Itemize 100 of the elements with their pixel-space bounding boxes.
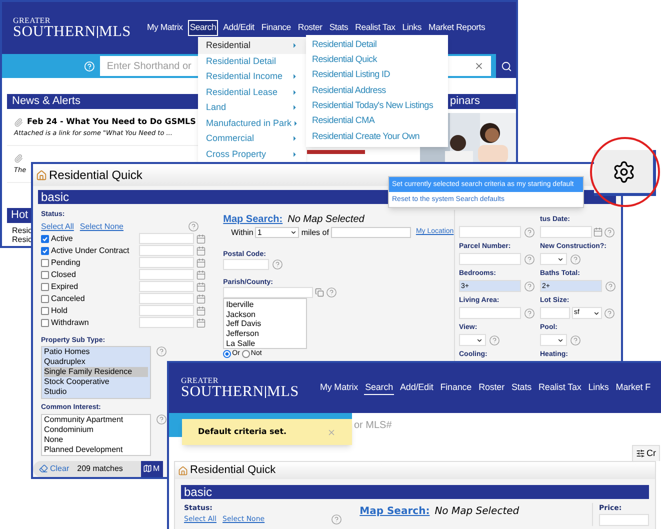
copy-icon[interactable] [315, 288, 324, 297]
settings-button[interactable] [594, 150, 656, 196]
help-icon[interactable] [524, 254, 535, 264]
nav-link[interactable]: Realist Tax [353, 20, 398, 36]
nav-link[interactable]: Finance [439, 380, 473, 396]
nav-link[interactable]: Search [364, 380, 394, 396]
text-field[interactable] [540, 307, 570, 319]
listing-link[interactable]: Resic [12, 226, 32, 234]
nav-link[interactable]: Add/Edit [399, 380, 434, 396]
calendar-icon[interactable] [196, 258, 206, 268]
nav-link[interactable]: Stats [510, 380, 533, 396]
nav-link[interactable]: Market Reports [426, 20, 488, 36]
checkbox[interactable] [41, 270, 49, 278]
calendar-icon[interactable] [196, 270, 206, 280]
nav-link[interactable]: My Matrix [318, 380, 360, 396]
help-icon[interactable] [326, 287, 338, 298]
menu-item[interactable]: Residential Create Your Own [306, 128, 448, 144]
list-option[interactable]: Community Apartment [44, 414, 148, 424]
date-field[interactable] [139, 257, 194, 268]
location-field[interactable] [330, 227, 411, 238]
select-field[interactable] [540, 334, 567, 346]
nav-link[interactable]: Finance [259, 20, 293, 36]
nav-link[interactable]: Search [188, 20, 218, 36]
calendar-icon[interactable] [196, 246, 206, 256]
calendar-icon[interactable] [196, 234, 206, 244]
help-icon[interactable] [524, 280, 535, 292]
map-search-link[interactable]: Map Search: [223, 214, 283, 226]
menu-item[interactable]: Residential Listing ID [306, 68, 448, 83]
nav-link[interactable]: Market F [614, 380, 652, 396]
menu-item[interactable]: Residential [198, 38, 306, 54]
nav-link[interactable]: My Matrix [144, 20, 185, 36]
date-field[interactable] [540, 226, 592, 238]
checkbox[interactable] [41, 294, 49, 302]
checkbox[interactable] [41, 234, 49, 242]
distance-select[interactable]: 1 [255, 227, 300, 238]
help-icon[interactable] [524, 308, 535, 318]
checkbox[interactable] [41, 246, 49, 254]
nav-link[interactable]: Roster [296, 20, 324, 36]
list-option[interactable]: None [44, 434, 148, 444]
menu-item[interactable]: Residential Detail [306, 37, 448, 52]
nav-link[interactable]: Add/Edit [221, 20, 256, 36]
checkbox[interactable] [41, 306, 49, 314]
help-icon[interactable] [156, 346, 167, 357]
help-icon[interactable] [489, 334, 500, 346]
calendar-icon[interactable] [196, 318, 206, 328]
list-box[interactable]: Iberville Jackson Jeff Davis Jefferson La Salle [223, 298, 308, 349]
select-field[interactable] [459, 334, 486, 346]
menu-item[interactable]: Residential Quick [306, 52, 448, 68]
text-field[interactable] [459, 307, 521, 319]
menu-item[interactable]: Cross Property [198, 146, 306, 162]
map-search-link[interactable]: Map Search: [360, 504, 430, 519]
calendar-icon[interactable] [196, 294, 206, 304]
clear-button[interactable]: Clear [39, 462, 70, 474]
date-field[interactable] [139, 233, 194, 244]
criteria-button[interactable]: Cr [632, 445, 660, 461]
list-option[interactable]: Planned Development [44, 444, 148, 454]
help-icon[interactable] [604, 308, 615, 318]
list-box[interactable]: Community Apartment Condominium None Planned Development [41, 414, 151, 456]
help-icon[interactable] [604, 226, 615, 238]
list-option[interactable]: Single Family Residence [44, 367, 148, 377]
select-none-link[interactable]: Select None [80, 220, 124, 232]
list-option[interactable]: Quadruplex [44, 357, 148, 367]
menu-item[interactable]: Residential CMA [306, 113, 448, 129]
menu-item[interactable]: Residential Detail [198, 54, 306, 69]
help-icon[interactable] [570, 334, 581, 346]
menu-item[interactable]: Residential Income [198, 69, 306, 84]
menu-item[interactable]: Manufactured in Park [198, 116, 306, 131]
text-field[interactable] [599, 514, 649, 526]
list-box[interactable]: Patio Homes Quadruplex Single Family Residence Stock Cooperative Studio [41, 346, 151, 399]
list-option[interactable]: Patio Homes [44, 347, 148, 357]
nav-link[interactable]: Stats [327, 20, 350, 36]
search-button[interactable] [496, 54, 516, 78]
date-field[interactable] [139, 269, 194, 280]
map-button[interactable]: M [141, 460, 163, 476]
text-field[interactable] [223, 259, 270, 270]
nav-link[interactable]: Links [587, 380, 610, 396]
menu-item[interactable]: Commercial [198, 131, 306, 146]
help-icon[interactable] [524, 226, 535, 238]
list-option[interactable]: Jackson [226, 310, 256, 320]
date-field[interactable] [139, 317, 194, 328]
news-title[interactable]: Feb 24 - What You Need to Do GSMLS [27, 116, 196, 128]
help-icon[interactable] [272, 259, 284, 270]
list-option[interactable]: Iberville [226, 300, 254, 310]
nav-link[interactable]: Realist Tax [538, 380, 582, 396]
nav-link[interactable]: Links [400, 20, 424, 36]
text-field[interactable] [223, 287, 314, 298]
listing-link[interactable]: Resic [12, 234, 32, 244]
list-option[interactable]: Jeff Davis [226, 319, 262, 330]
list-option[interactable]: La Salle [226, 338, 256, 348]
checkbox[interactable] [41, 282, 49, 290]
calendar-icon[interactable] [196, 306, 206, 316]
help-icon[interactable] [156, 414, 167, 424]
help-icon[interactable] [570, 254, 581, 264]
calendar-icon[interactable] [593, 227, 603, 237]
calendar-icon[interactable] [196, 282, 206, 292]
date-field[interactable] [139, 245, 194, 256]
list-option[interactable]: Stock Cooperative [44, 377, 148, 387]
radio-button[interactable] [242, 350, 250, 358]
select-field[interactable] [540, 253, 567, 265]
date-field[interactable] [139, 281, 194, 292]
